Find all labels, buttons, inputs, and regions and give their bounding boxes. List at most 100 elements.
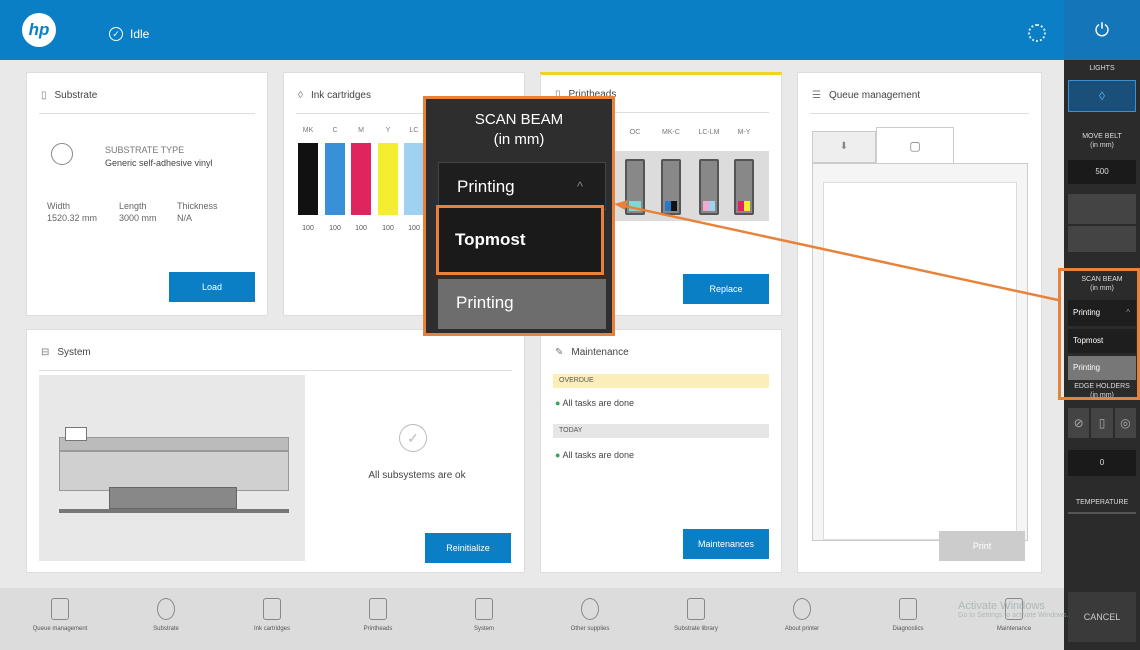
printer-icon	[475, 598, 493, 620]
system-title: System	[57, 347, 91, 358]
hp-logo: hp	[22, 13, 56, 47]
substrate-type-label: SUBSTRATE TYPE	[105, 145, 185, 155]
substrate-type-value: Generic self-adhesive vinyl	[105, 158, 213, 168]
lights-button[interactable]: ◊	[1068, 80, 1136, 112]
bottom-nav-ink[interactable]: Ink cartridges	[232, 598, 312, 632]
ink-icon	[263, 598, 281, 620]
printhead-label: OC	[629, 129, 641, 136]
check-icon: ●	[555, 398, 561, 408]
ink-level: 100	[382, 225, 394, 232]
zoom-title: SCAN BEAM	[474, 111, 564, 128]
replace-button[interactable]: Replace	[683, 274, 769, 304]
move-belt-unit: (in mm)	[1090, 142, 1114, 149]
queue-list	[812, 163, 1028, 541]
today-header: TODAY	[553, 424, 769, 438]
bottom-nav-label: Substrate library	[674, 626, 718, 632]
ink-level: 100	[329, 225, 341, 232]
bottom-nav-label: Printheads	[363, 626, 393, 632]
power-button[interactable]: ⏻	[1064, 0, 1140, 60]
printhead-slot[interactable]	[734, 159, 754, 215]
check-circle-icon: ✓	[399, 424, 427, 452]
top-bar: hp ✓ Idle	[0, 0, 1064, 60]
printhead-slot[interactable]	[661, 159, 681, 215]
today-status: ● All tasks are done	[555, 450, 634, 460]
printhead-slot[interactable]	[699, 159, 719, 215]
move-belt-label: MOVE BELT	[1082, 133, 1122, 140]
disable-icon[interactable]: ⊘	[1068, 408, 1090, 438]
gear-icon[interactable]	[1028, 24, 1046, 42]
bottom-nav-label: System	[473, 626, 494, 632]
ink-label: M	[358, 127, 364, 134]
info-icon	[793, 598, 811, 620]
system-card: ⊟ System ✓ All subsystems are ok Reinitia…	[26, 329, 525, 573]
roll-icon	[51, 143, 73, 165]
printer-status: Idle	[130, 27, 150, 41]
printer-illustration	[39, 375, 305, 561]
print-button[interactable]: Print	[939, 531, 1025, 561]
system-status: All subsystems are ok	[368, 470, 466, 481]
bottom-nav-diagnostics[interactable]: Diagnostics	[868, 598, 948, 632]
maintenance-title: Maintenance	[571, 347, 629, 358]
bottom-nav-other-supplies[interactable]: Other supplies	[550, 598, 630, 632]
bottom-nav-printhead[interactable]: Printheads	[338, 598, 418, 632]
substrate-title: Substrate	[54, 90, 98, 101]
ink-bar	[325, 143, 345, 215]
printhead-label: M-Y	[737, 129, 751, 136]
printhead-label: LC-LM	[698, 129, 720, 136]
check-circle-icon: ✓	[109, 27, 123, 41]
diagnostics-icon	[899, 598, 917, 620]
bottom-nav-label: Substrate	[153, 626, 179, 632]
tab-download[interactable]: ⬇	[812, 131, 876, 163]
maintenance-card: ✎ Maintenance OVERDUE ● All tasks are don…	[540, 329, 782, 573]
thickness-label: Thickness	[177, 201, 218, 211]
zoom-option-printing[interactable]: Printing	[438, 279, 606, 329]
bottom-nav-label: Maintenance	[996, 626, 1032, 632]
maintenances-button[interactable]: Maintenances	[683, 529, 769, 559]
overdue-status: ● All tasks are done	[555, 398, 634, 408]
cancel-button[interactable]: CANCEL	[1068, 592, 1136, 642]
substrate-icon	[157, 598, 175, 620]
reinitialize-button[interactable]: Reinitialize	[425, 533, 511, 563]
ink-bar	[298, 143, 318, 215]
zoom-option-topmost[interactable]: Topmost	[436, 205, 604, 275]
bottom-nav-substrate-library[interactable]: Substrate library	[656, 598, 736, 632]
tab-copies[interactable]: ▢	[876, 127, 954, 165]
zoom-select[interactable]: Printing ^	[438, 162, 606, 210]
bottom-nav-substrate[interactable]: Substrate	[126, 598, 206, 632]
width-label: Width	[47, 201, 71, 211]
width-value: 1520.32 mm	[47, 213, 98, 223]
ink-bar	[378, 143, 398, 215]
printhead-slot[interactable]	[625, 159, 645, 215]
ink-level: 100	[355, 225, 367, 232]
bottom-nav-label: Diagnostics	[892, 626, 924, 632]
length-value: 3000 mm	[119, 213, 157, 223]
drop-icon: ◊	[1099, 89, 1105, 103]
target-icon[interactable]: ◎	[1114, 408, 1136, 438]
edge-holders-buttons: ⊘ ▯ ◎	[1068, 408, 1136, 438]
queue-title: Queue management	[828, 90, 921, 101]
ink-title: Ink cartridges	[310, 90, 371, 101]
printer-icon: ⊟	[41, 347, 50, 358]
move-belt-down-button[interactable]	[1068, 226, 1136, 252]
queue-card: ☰ Queue management ⬇ ▢ Print	[797, 72, 1042, 573]
lights-label: LIGHTS	[1089, 65, 1115, 72]
ink-bar	[404, 143, 424, 215]
ink-bar	[351, 143, 371, 215]
load-button[interactable]: Load	[169, 272, 255, 302]
move-belt-up-button[interactable]	[1068, 194, 1136, 224]
bottom-nav-label: Queue management	[32, 626, 88, 632]
ink-label: Y	[385, 127, 391, 134]
overdue-header: OVERDUE	[553, 374, 769, 388]
bottom-nav-queue[interactable]: Queue management	[20, 598, 100, 632]
move-belt-input[interactable]: 500	[1068, 160, 1136, 184]
download-icon: ⬇	[839, 141, 849, 152]
zoomed-scan-beam-dropdown: SCAN BEAM (in mm) Printing ^ Topmost Prin…	[423, 96, 615, 336]
bottom-nav-info[interactable]: About printer	[762, 598, 842, 632]
edge-holders-input[interactable]: 0	[1068, 450, 1136, 476]
holder-icon[interactable]: ▯	[1091, 408, 1113, 438]
zoom-subtitle: (in mm)	[493, 131, 545, 148]
substrate-library-icon	[687, 598, 705, 620]
length-label: Length	[119, 201, 147, 211]
bottom-nav-printer[interactable]: System	[444, 598, 524, 632]
other-supplies-icon	[581, 598, 599, 620]
